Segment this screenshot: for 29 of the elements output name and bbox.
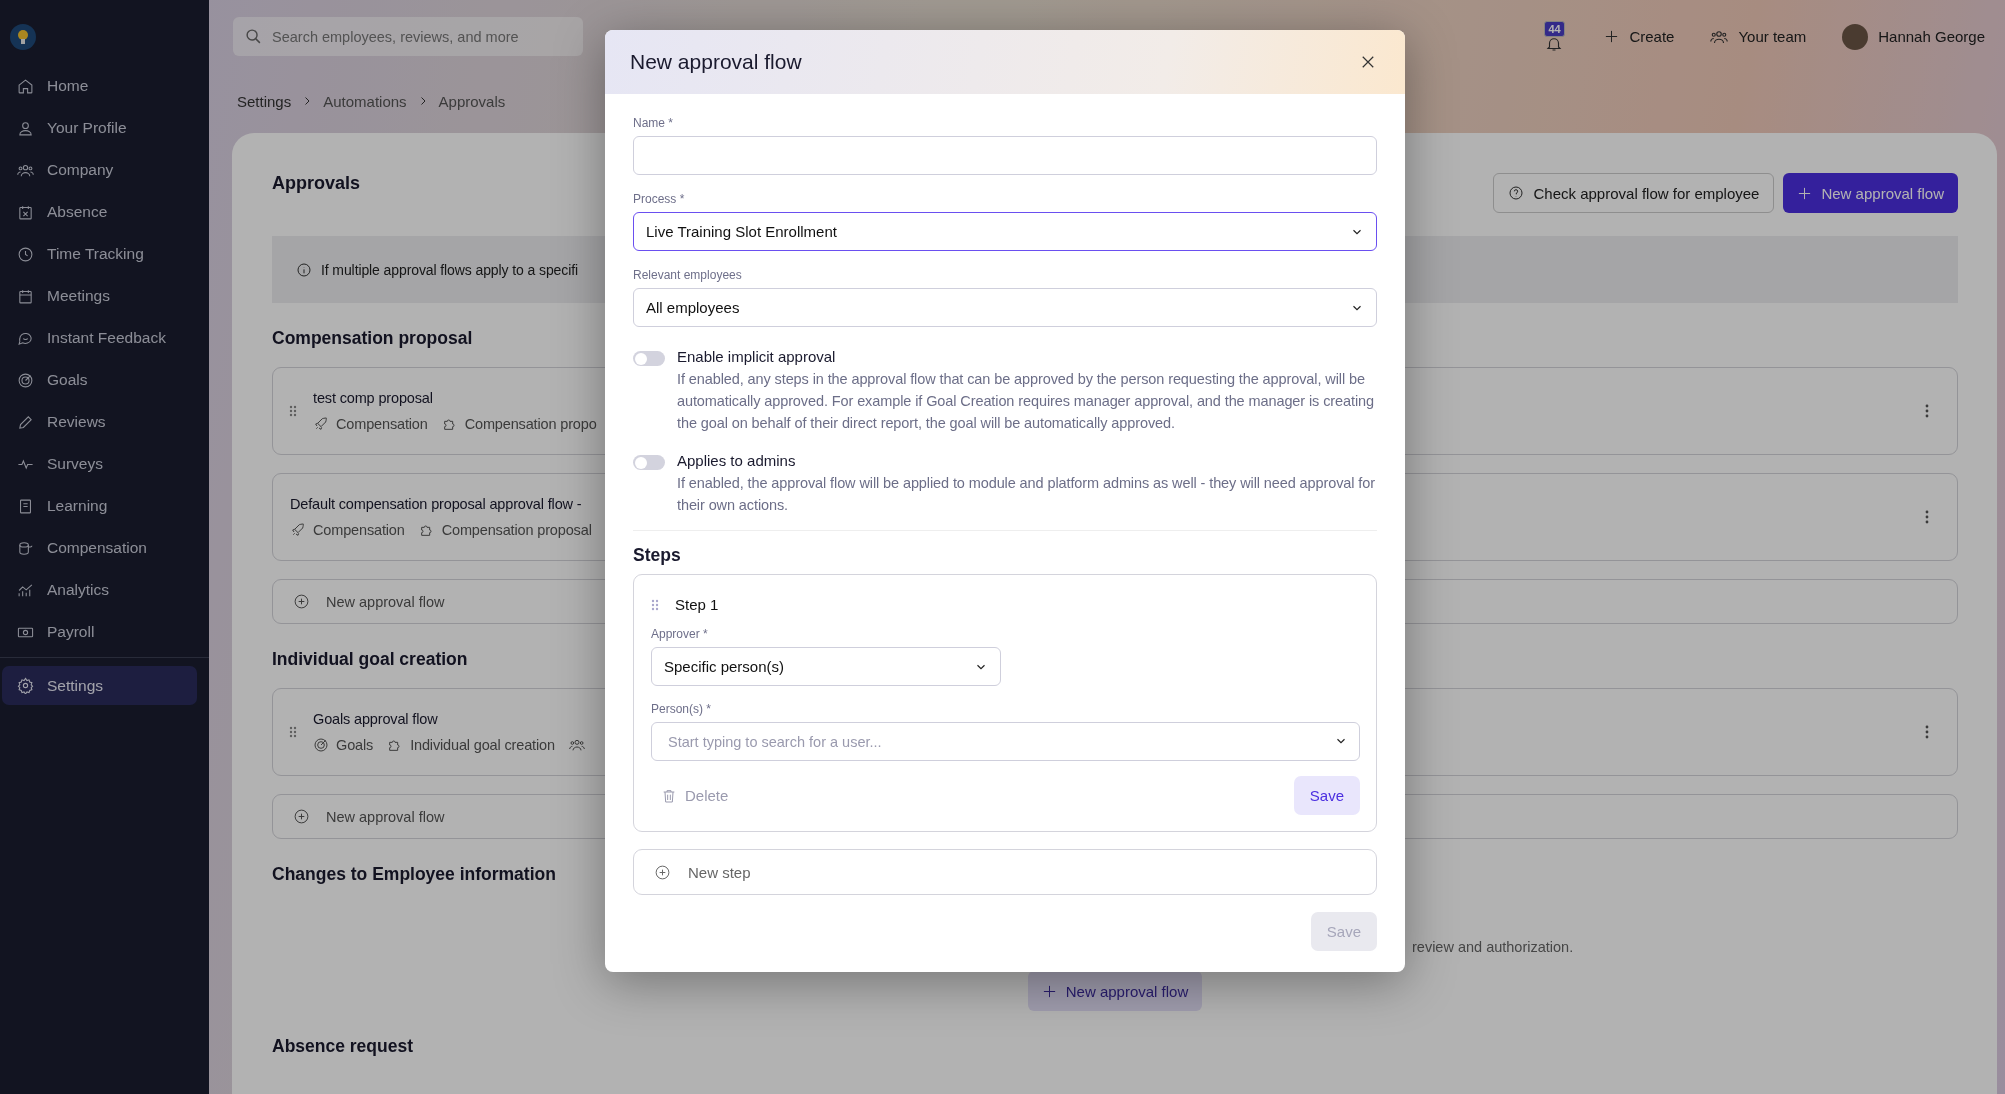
section-title: Individual goal creation	[272, 649, 468, 670]
info-text: If multiple approval flows apply to a specifi	[321, 261, 578, 278]
section-title: Changes to Employee information	[272, 864, 556, 885]
flow-tag: Compensation proposal	[441, 522, 592, 538]
field-label: Relevant employees	[633, 268, 743, 282]
dialog-title: New approval flow	[630, 50, 802, 74]
steps-heading: Steps	[633, 545, 681, 566]
empty-state-text: review and authorization.	[1412, 939, 1574, 955]
flow-name: test comp proposal	[313, 390, 433, 406]
field-label: Process *	[633, 192, 686, 206]
toggle-description: If enabled, any steps in the approval flow that can be approved by the person requesting the approval, will be automatically approved. For example if Goal Creation requires manager approval, and the manager is creating the goal on behalf of their direct report, the goal will be automatically approved.	[677, 370, 1375, 433]
step-title: Step 1	[675, 596, 719, 613]
field-label: Person(s) *	[651, 702, 713, 716]
flow-name: Default compensation proposal approval flow -	[290, 496, 582, 512]
flow-name: Goals approval flow	[313, 711, 438, 727]
notification-count: 44	[1544, 20, 1565, 37]
flow-tag: Compensation	[313, 522, 405, 538]
flow-tag: Compensation propo	[464, 416, 597, 432]
flow-tag: Compensation	[336, 416, 428, 432]
toggle-description: If enabled, the approval flow will be applied to module and platform admins as well - they will need approval for their own actions.	[677, 474, 1376, 515]
toggle-label: Enable implicit approval	[677, 348, 837, 365]
section-title: Absence request	[272, 1036, 414, 1057]
field-label: Name *	[633, 116, 674, 130]
flow-tag: Goals	[336, 737, 374, 753]
section-title: Compensation proposal	[272, 328, 473, 349]
toggle-label: Applies to admins	[677, 452, 797, 469]
page-title: Approvals	[272, 173, 361, 194]
flow-tag: Individual goal creation	[410, 737, 555, 753]
field-label: Approver *	[651, 627, 709, 641]
